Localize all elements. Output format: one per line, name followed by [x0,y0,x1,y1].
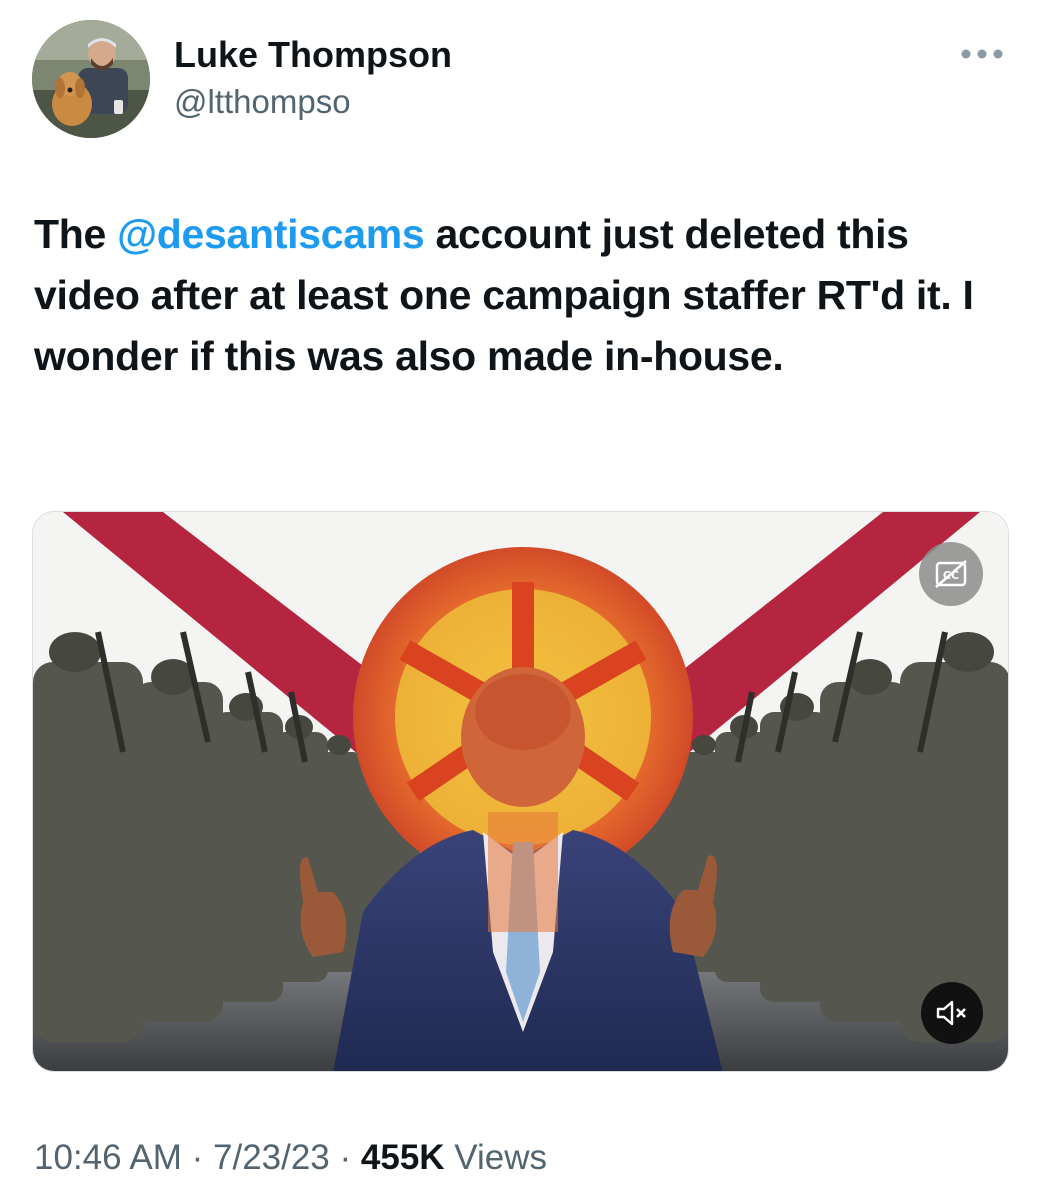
captions-button[interactable]: CC [919,542,983,606]
tweet-text-before: The [34,211,118,257]
tweet-time[interactable]: 10:46 AM [34,1138,182,1177]
meta-separator-1: · [181,1138,213,1177]
more-dots-icon [961,49,1003,59]
tweet-text: The @desantiscams account just deleted t… [34,204,1014,387]
tweet-date[interactable]: 7/23/23 [213,1138,330,1177]
tweet-meta: 10:46 AM · 7/23/23 · 455K Views [34,1136,547,1180]
video-player[interactable]: CC [32,511,1009,1072]
muted-speaker-icon [936,1000,966,1026]
mention-link[interactable]: @desantiscams [117,211,425,257]
meta-separator-2: · [329,1138,361,1177]
author-display-name[interactable]: Luke Thompson [174,34,452,76]
avatar[interactable] [32,20,150,138]
views-label: Views [444,1138,548,1177]
video-frame [33,512,1008,1071]
author-handle[interactable]: @ltthompso [174,82,351,122]
avatar-photo [32,20,150,138]
unmute-button[interactable] [921,982,983,1044]
captions-off-icon: CC [935,560,967,588]
more-options-button[interactable] [950,34,1014,74]
views-count[interactable]: 455K [361,1138,445,1177]
